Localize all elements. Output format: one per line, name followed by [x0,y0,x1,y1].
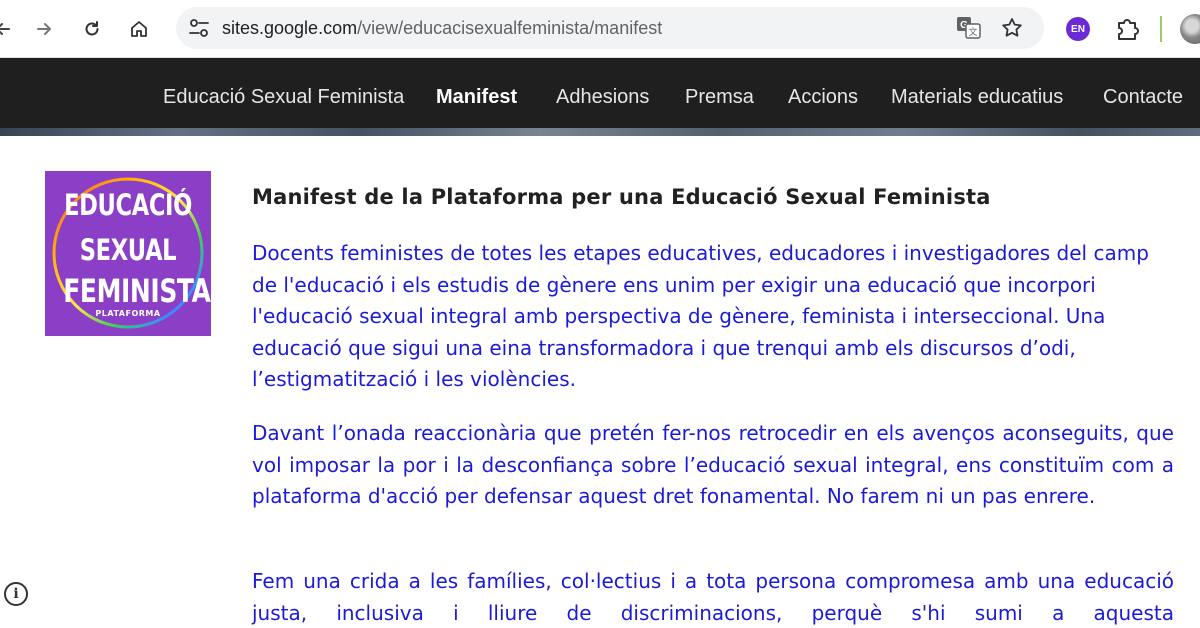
forward-icon [37,23,51,35]
extension-language-badge[interactable]: EN [1066,17,1090,41]
url-text[interactable]: sites.google.com/view/educacisexualfemin… [222,17,662,39]
back-icon [0,23,10,35]
header-banner-image-strip [0,128,1200,136]
back-button[interactable] [0,12,20,46]
reload-icon [85,21,99,36]
manifest-paragraph-3: Fem una crida a les famílies, col·lectiu… [252,569,1174,625]
browser-toolbar: sites.google.com/view/educacisexualfemin… [0,0,1200,58]
site-navigation: Educació Sexual Feminista Manifest Adhes… [0,85,1200,115]
bookmark-star-icon[interactable] [1000,16,1024,40]
address-bar[interactable]: sites.google.com/view/educacisexualfemin… [176,7,1044,49]
profile-avatar[interactable] [1180,14,1200,44]
nav-item-educacio-sexual-feminista[interactable]: Educació Sexual Feminista [163,85,404,109]
extensions-icon[interactable] [1114,15,1142,43]
nav-item-premsa[interactable]: Premsa [685,85,754,109]
translate-icon[interactable]: G 文 [956,16,982,40]
logo-text-line-3: FEMINISTA [63,272,211,310]
url-path: /view/educacisexualfeminista/manifest [357,18,663,38]
logo-text-line-1: EDUCACIÓ [64,188,192,222]
site-header: Educació Sexual Feminista Manifest Adhes… [0,58,1200,136]
svg-text:文: 文 [968,26,977,38]
platform-logo: EDUCACIÓ SEXUAL FEMINISTA PLATAFORMA [45,171,211,336]
logo-text-line-2: SEXUAL [79,233,177,267]
page-title: Manifest de la Plataforma per una Educac… [252,185,991,209]
reload-button[interactable] [75,12,109,46]
nav-item-adhesions[interactable]: Adhesions [556,85,649,109]
nav-item-manifest[interactable]: Manifest [436,85,517,109]
manifest-paragraph-1: Docents feministes de totes les etapes e… [252,241,1149,391]
nav-item-contacte[interactable]: Contacte [1103,85,1183,109]
forward-button[interactable] [27,12,61,46]
home-button[interactable] [122,12,156,46]
site-info-icon[interactable]: i [4,582,28,606]
toolbar-divider [1160,16,1162,42]
manifest-paragraph-2: Davant l’onada reaccionària que pretén f… [252,421,1174,508]
site-settings-icon[interactable] [188,18,210,38]
nav-item-accions[interactable]: Accions [788,85,858,109]
home-icon [131,21,147,37]
logo-text-line-4: PLATAFORMA [95,309,161,318]
url-host: sites.google.com [222,18,358,38]
nav-item-materials-educatius[interactable]: Materials educatius [891,85,1063,109]
